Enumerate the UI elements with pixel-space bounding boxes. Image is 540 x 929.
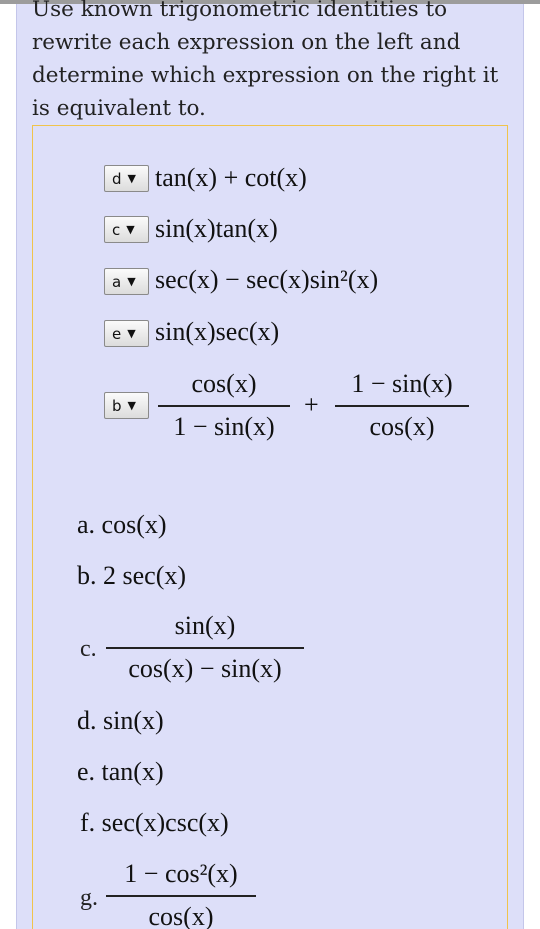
question-1-expression: tan(x) + cot(x) — [155, 165, 307, 191]
option-a-letter: a. — [77, 510, 96, 539]
dropdown-arrow-icon: ▼ — [126, 223, 135, 236]
answer-select-2-value: c — [112, 220, 121, 239]
option-a: a. cos(x) — [77, 512, 167, 538]
fraction-bar — [106, 895, 256, 897]
instructions-text: Use known trigonometric identities to re… — [32, 0, 499, 121]
option-d: d. sin(x) — [77, 708, 164, 734]
question-5-operator: + — [304, 392, 319, 418]
option-c-denominator: cos(x) − sin(x) — [128, 654, 282, 683]
dropdown-arrow-icon: ▼ — [127, 327, 136, 340]
option-g-denominator: cos(x) — [148, 902, 214, 929]
question-3-expression-text: sec(x) − sec(x)sin²(x) — [155, 265, 379, 294]
dropdown-arrow-icon: ▼ — [127, 399, 136, 412]
option-e-expression: tan(x) — [101, 757, 164, 786]
dropdown-arrow-icon: ▼ — [127, 172, 136, 185]
question-5-fraction-2-numerator: 1 − sin(x) — [351, 369, 453, 398]
answer-select-1-value: d — [112, 169, 122, 188]
option-f-expression: sec(x)csc(x) — [101, 808, 229, 837]
answer-select-3-value: a — [112, 272, 122, 291]
fraction-bar — [106, 647, 304, 649]
option-g-fraction: 1 − cos²(x) cos(x) — [106, 858, 256, 929]
answer-select-4[interactable]: e ▼ — [104, 320, 149, 347]
answer-select-5-value: b — [112, 396, 122, 415]
answer-select-3[interactable]: a ▼ — [104, 268, 149, 295]
question-5-fraction-1-numerator: cos(x) — [191, 369, 257, 398]
option-c-letter: c. — [80, 636, 97, 662]
fraction-bar — [335, 405, 469, 407]
dropdown-arrow-icon: ▼ — [127, 275, 136, 288]
option-e: e. tan(x) — [77, 759, 164, 785]
option-f-letter: f. — [80, 808, 96, 837]
question-5-operator-text: + — [304, 390, 319, 419]
question-4-expression: sin(x)sec(x) — [155, 319, 279, 345]
option-c-numerator: sin(x) — [174, 611, 236, 640]
question-5-fraction-2: 1 − sin(x) cos(x) — [335, 368, 469, 446]
answer-select-2[interactable]: c ▼ — [104, 216, 149, 243]
option-a-expression: cos(x) — [101, 510, 167, 539]
question-2-expression: sin(x)tan(x) — [155, 216, 278, 242]
option-b-letter: b. — [77, 561, 97, 590]
question-2-expression-text: sin(x)tan(x) — [155, 214, 278, 243]
answer-select-5[interactable]: b ▼ — [104, 392, 149, 419]
question-5-fraction-1: cos(x) 1 − sin(x) — [158, 368, 290, 446]
option-g-letter: g. — [80, 885, 98, 911]
option-f: f. sec(x)csc(x) — [80, 810, 229, 836]
option-g-numerator: 1 − cos²(x) — [124, 859, 238, 888]
question-5-fraction-2-denominator: cos(x) — [369, 412, 435, 441]
question-5-fraction-1-denominator: 1 − sin(x) — [173, 412, 275, 441]
option-c-fraction: sin(x) cos(x) − sin(x) — [106, 610, 304, 688]
option-b: b. 2 sec(x) — [77, 563, 186, 589]
fraction-bar — [158, 405, 290, 407]
question-1-expression-text: tan(x) + cot(x) — [155, 163, 307, 192]
option-b-expression: 2 sec(x) — [103, 561, 187, 590]
option-d-expression: sin(x) — [103, 706, 164, 735]
question-3-expression: sec(x) − sec(x)sin²(x) — [155, 267, 378, 293]
answer-select-4-value: e — [112, 324, 122, 343]
option-e-letter: e. — [77, 757, 96, 786]
option-d-letter: d. — [77, 706, 97, 735]
answer-select-1[interactable]: d ▼ — [104, 165, 149, 192]
question-4-expression-text: sin(x)sec(x) — [155, 317, 280, 346]
